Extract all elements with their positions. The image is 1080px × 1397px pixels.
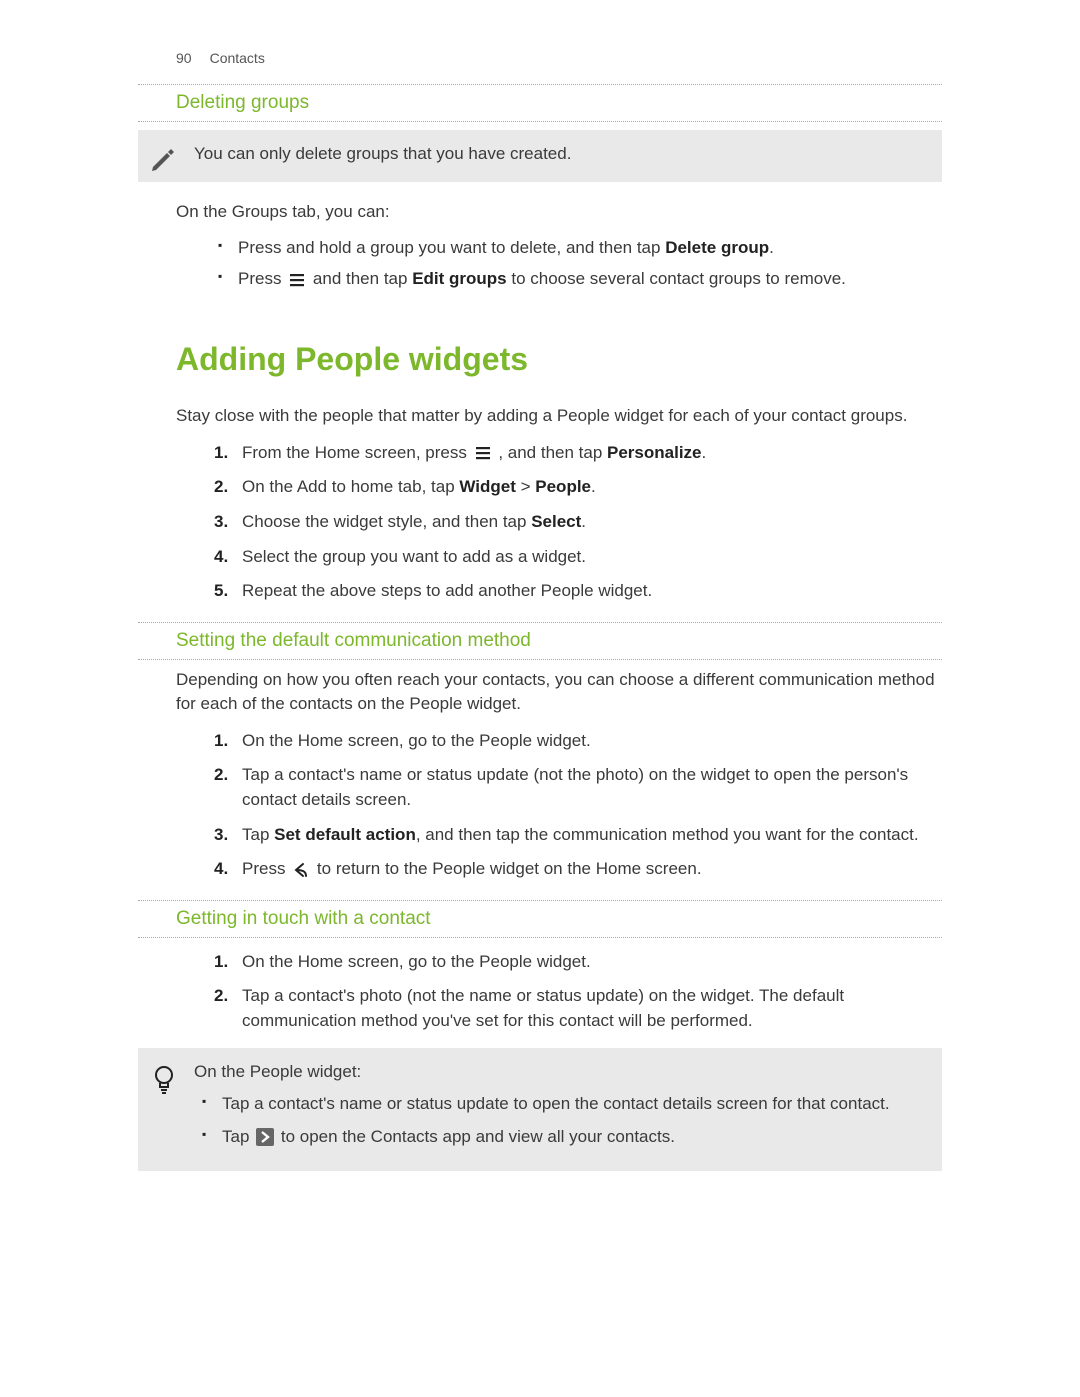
text: .: [769, 238, 774, 257]
list-item: 3. Tap Set default action, and then tap …: [218, 823, 942, 848]
list-item: 4. Press to return to the People widget …: [218, 857, 942, 882]
text: .: [591, 477, 596, 496]
bold-term: Set default action: [274, 825, 416, 844]
step-number: 1.: [214, 950, 228, 975]
heading-adding-people-widgets: Adding People widgets: [176, 336, 942, 382]
tip-bullet-list: Tap a contact's name or status update to…: [202, 1092, 928, 1149]
tip-intro: On the People widget:: [194, 1060, 928, 1085]
note-text: You can only delete groups that you have…: [194, 140, 928, 167]
note-box: You can only delete groups that you have…: [138, 130, 942, 182]
text: Tap: [222, 1127, 254, 1146]
intro-text: Depending on how you often reach your co…: [176, 668, 942, 717]
step-number: 1.: [214, 441, 228, 466]
tip-box: On the People widget: Tap a contact's na…: [138, 1048, 942, 1172]
text: Select the group you want to add as a wi…: [242, 547, 586, 566]
menu-icon: [288, 271, 306, 289]
step-number: 4.: [214, 545, 228, 570]
list-item: 2. On the Add to home tab, tap Widget > …: [218, 475, 942, 500]
text: Press: [242, 859, 290, 878]
page-header: 90 Contacts: [176, 48, 942, 68]
bullet-list: Press and hold a group you want to delet…: [218, 236, 942, 291]
list-item: 5. Repeat the above steps to add another…: [218, 579, 942, 604]
text: to return to the People widget on the Ho…: [317, 859, 702, 878]
text: Press and hold a group you want to delet…: [238, 238, 665, 257]
step-number: 2.: [214, 763, 228, 788]
text: Tap a contact's name or status update (n…: [242, 765, 908, 809]
heading-getting-in-touch: Getting in touch with a contact: [176, 901, 942, 937]
text: On the Home screen, go to the People wid…: [242, 952, 591, 971]
list-item: Tap to open the Contacts app and view al…: [202, 1125, 928, 1150]
bold-term: Edit groups: [412, 269, 506, 288]
bold-term: Delete group: [665, 238, 769, 257]
manual-page: 90 Contacts Deleting groups You can only…: [0, 0, 1080, 1397]
text: , and then tap: [498, 443, 607, 462]
bold-term: Widget: [459, 477, 516, 496]
list-item: 4. Select the group you want to add as a…: [218, 545, 942, 570]
list-item: 1. On the Home screen, go to the People …: [218, 950, 942, 975]
text: Press: [238, 269, 286, 288]
bold-term: Select: [531, 512, 581, 531]
step-number: 4.: [214, 857, 228, 882]
back-arrow-icon: [292, 861, 310, 879]
page-number: 90: [176, 48, 192, 68]
step-number: 5.: [214, 579, 228, 604]
text: to choose several contact groups to remo…: [507, 269, 846, 288]
text: Tap: [242, 825, 274, 844]
bold-term: People: [535, 477, 591, 496]
step-number: 3.: [214, 510, 228, 535]
step-number: 1.: [214, 729, 228, 754]
heading-default-comm-method: Setting the default communication method: [176, 623, 942, 659]
list-item: 2. Tap a contact's name or status update…: [218, 763, 942, 812]
step-number: 2.: [214, 984, 228, 1009]
ordered-steps: 1. From the Home screen, press , and the…: [218, 441, 942, 604]
list-item: 3. Choose the widget style, and then tap…: [218, 510, 942, 535]
text: On the Home screen, go to the People wid…: [242, 731, 591, 750]
text: Choose the widget style, and then tap: [242, 512, 531, 531]
step-number: 3.: [214, 823, 228, 848]
bold-term: Personalize: [607, 443, 702, 462]
section-heading-wrap: Getting in touch with a contact: [138, 900, 942, 938]
text: .: [581, 512, 586, 531]
text: >: [516, 477, 535, 496]
list-item: 2. Tap a contact's photo (not the name o…: [218, 984, 942, 1033]
text: and then tap: [313, 269, 412, 288]
text: From the Home screen, press: [242, 443, 472, 462]
tip-body: On the People widget: Tap a contact's na…: [194, 1060, 928, 1158]
chevron-right-icon: [256, 1128, 274, 1146]
lightbulb-icon: [148, 1064, 180, 1094]
list-item: Tap a contact's name or status update to…: [202, 1092, 928, 1117]
list-item: Press and hold a group you want to delet…: [218, 236, 942, 261]
section-heading-wrap: Deleting groups: [138, 84, 942, 122]
section-heading-wrap: Setting the default communication method: [138, 622, 942, 660]
text: to open the Contacts app and view all yo…: [281, 1127, 675, 1146]
chapter-title: Contacts: [210, 48, 265, 68]
menu-icon: [474, 444, 492, 462]
text: Repeat the above steps to add another Pe…: [242, 581, 652, 600]
heading-deleting-groups: Deleting groups: [176, 85, 942, 121]
text: Tap a contact's photo (not the name or s…: [242, 986, 844, 1030]
ordered-steps: 1. On the Home screen, go to the People …: [218, 950, 942, 1034]
pencil-icon: [146, 142, 180, 172]
ordered-steps: 1. On the Home screen, go to the People …: [218, 729, 942, 882]
list-item: 1. From the Home screen, press , and the…: [218, 441, 942, 466]
list-item: Press and then tap Edit groups to choose…: [218, 267, 942, 292]
intro-text: On the Groups tab, you can:: [176, 200, 942, 225]
text: , and then tap the communication method …: [416, 825, 919, 844]
intro-text: Stay close with the people that matter b…: [176, 404, 942, 429]
list-item: 1. On the Home screen, go to the People …: [218, 729, 942, 754]
text: On the Add to home tab, tap: [242, 477, 459, 496]
step-number: 2.: [214, 475, 228, 500]
text: Tap a contact's name or status update to…: [222, 1094, 890, 1113]
text: .: [702, 443, 707, 462]
